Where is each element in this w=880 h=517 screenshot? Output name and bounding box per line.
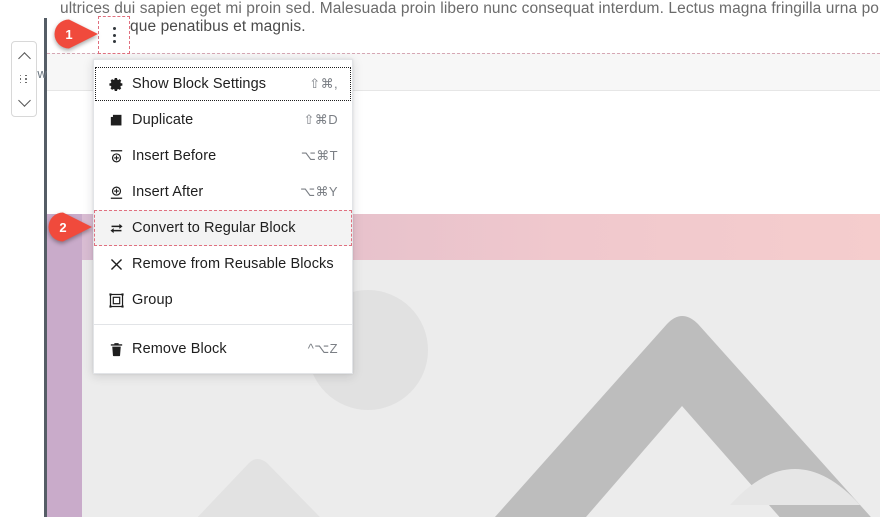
menu-group: Remove Block ^⌥Z: [94, 324, 352, 373]
menu-item-shortcut: ⇧⌘D: [303, 112, 338, 127]
group-icon: [109, 292, 124, 308]
annotation-pin-2-number: 2: [59, 219, 67, 235]
menu-item-insert-before[interactable]: Insert Before ⌥⌘T: [94, 138, 352, 174]
move-down-button[interactable]: [12, 90, 36, 112]
menu-item-label: Remove from Reusable Blocks: [132, 256, 334, 272]
menu-item-label: Duplicate: [132, 112, 194, 128]
ellipsis-dot-icon: [112, 33, 116, 37]
menu-item-label: Group: [132, 292, 173, 308]
remove-x-icon: [110, 258, 123, 270]
menu-item-duplicate[interactable]: Duplicate ⇧⌘D: [94, 102, 352, 138]
placeholder-small-mountain-icon: [197, 459, 320, 517]
more-options-button[interactable]: [98, 16, 130, 54]
insert-before-icon: [108, 146, 130, 166]
block-inner-text: que penatibus et magnis.: [130, 18, 306, 35]
duplicate-icon: [108, 110, 130, 130]
menu-item-label: Insert After: [132, 184, 204, 200]
chevron-up-icon: [19, 52, 30, 63]
trash-icon: [110, 342, 123, 356]
menu-item-shortcut: ⇧⌘,: [309, 76, 338, 91]
menu-item-label: Convert to Regular Block: [132, 220, 296, 236]
chevron-down-icon: [19, 96, 30, 107]
insert-after-icon: [108, 182, 130, 202]
menu-item-label: Remove Block: [132, 341, 227, 357]
annotation-pin-1-number: 1: [65, 26, 73, 42]
remove-x-icon: [108, 254, 130, 274]
menu-item-remove-block[interactable]: Remove Block ^⌥Z: [94, 331, 352, 367]
convert-icon: [110, 223, 123, 233]
menu-item-group[interactable]: Group: [94, 282, 352, 318]
menu-item-insert-after[interactable]: Insert After ⌥⌘Y: [94, 174, 352, 210]
menu-item-show-block-settings[interactable]: Show Block Settings ⇧⌘,: [94, 66, 352, 102]
annotation-pin-1: 1: [54, 19, 100, 49]
menu-item-shortcut: ^⌥Z: [307, 341, 338, 356]
annotation-pin-2: 2: [48, 212, 94, 242]
drag-handle-button[interactable]: [12, 68, 36, 90]
ellipsis-dot-icon: [112, 27, 116, 30]
gear-icon: [109, 77, 123, 91]
duplicate-icon: [110, 114, 122, 125]
editor-screen: ultrices dui sapien eget mi proin sed. M…: [0, 0, 880, 517]
menu-group: Show Block Settings ⇧⌘, Duplicate ⇧⌘D Insert…: [94, 60, 352, 324]
move-up-button[interactable]: [12, 46, 36, 68]
block-options-menu[interactable]: Show Block Settings ⇧⌘, Duplicate ⇧⌘D Insert…: [93, 59, 353, 374]
convert-icon: [108, 218, 130, 238]
block-mover-toolbar[interactable]: [11, 41, 37, 117]
gear-icon: [108, 74, 130, 94]
placeholder-arc-icon: [730, 469, 860, 505]
purple-side-strip: [47, 214, 82, 517]
menu-item-label: Insert Before: [132, 148, 217, 164]
menu-item-shortcut: ⌥⌘T: [300, 148, 338, 163]
insert-after-icon: [110, 186, 123, 199]
insert-before-icon: [110, 149, 123, 162]
menu-item-remove-from-reusable-blocks[interactable]: Remove from Reusable Blocks: [94, 246, 352, 282]
menu-item-shortcut: ⌥⌘Y: [300, 184, 338, 199]
trash-icon: [108, 339, 130, 359]
menu-item-convert-to-regular-block[interactable]: Convert to Regular Block: [94, 210, 352, 246]
menu-item-label: Show Block Settings: [132, 76, 267, 92]
group-icon: [108, 290, 130, 310]
ellipsis-dot-icon: [112, 40, 116, 43]
drag-handle-icon: [19, 74, 29, 84]
